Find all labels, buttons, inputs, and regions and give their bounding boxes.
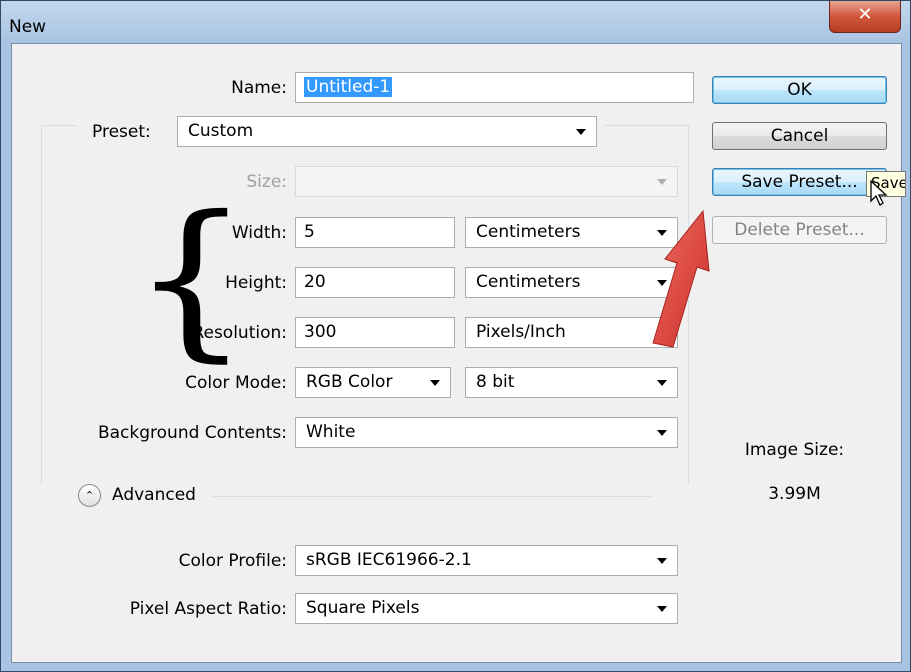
collapse-chevron-icon: ⌃ [84,489,95,502]
height-label: Height: [225,273,287,293]
cancel-button[interactable]: Cancel [712,122,887,150]
close-icon: ✕ [857,4,873,25]
preset-value: Custom [188,121,254,141]
resolution-input[interactable]: 300 [295,317,455,348]
ok-button[interactable]: OK [712,76,887,104]
fieldset-border [604,125,688,126]
delete-preset-button[interactable]: Delete Preset... [712,216,887,244]
pixel-aspect-ratio-label: Pixel Aspect Ratio: [129,599,287,619]
color-mode-value: RGB Color [306,372,393,392]
height-unit-value: Centimeters [476,272,581,292]
background-contents-label: Background Contents: [97,423,287,443]
image-size-value: 3.99M [768,484,821,504]
fieldset-border [41,125,77,126]
dropdown-arrow-icon [657,606,667,612]
dialog-body: Name: Untitled-1 Preset: Custom Size: { … [11,43,902,663]
advanced-separator [212,496,652,497]
close-button[interactable]: ✕ [829,1,901,33]
preset-select[interactable]: Custom [177,116,597,147]
title-bar[interactable]: New ✕ [1,1,910,43]
resolution-label: Resolution: [192,323,287,343]
dropdown-arrow-icon [657,179,667,185]
resolution-unit-value: Pixels/Inch [476,322,566,342]
pixel-aspect-ratio-select[interactable]: Square Pixels [295,593,678,624]
preset-label: Preset: [92,122,151,142]
image-size-label: Image Size: [744,440,845,460]
bit-depth-value: 8 bit [476,372,515,392]
size-select[interactable] [295,166,678,197]
dropdown-arrow-icon [576,129,586,135]
bit-depth-select[interactable]: 8 bit [465,367,678,398]
width-label: Width: [231,223,287,243]
height-input[interactable]: 20 [295,267,455,298]
pixel-aspect-ratio-value: Square Pixels [306,598,420,618]
red-arrow-icon [652,209,710,348]
color-profile-value: sRGB IEC61966-2.1 [306,550,472,570]
window-title: New [9,17,47,37]
color-mode-select[interactable]: RGB Color [295,367,451,398]
background-contents-value: White [306,422,356,442]
dropdown-arrow-icon [657,380,667,386]
fieldset-border [41,125,42,485]
width-input[interactable]: 5 [295,217,455,248]
dropdown-arrow-icon [430,380,440,386]
color-mode-label: Color Mode: [185,373,287,393]
name-label: Name: [231,78,287,98]
advanced-label: Advanced [112,485,196,505]
name-value: Untitled-1 [304,77,393,97]
advanced-toggle-button[interactable]: ⌃ [78,484,101,507]
save-preset-button[interactable]: Save Preset... [712,168,887,196]
mouse-cursor-icon [870,179,888,206]
color-profile-select[interactable]: sRGB IEC61966-2.1 [295,545,678,576]
dropdown-arrow-icon [657,558,667,564]
background-contents-select[interactable]: White [295,417,678,448]
name-field[interactable]: Untitled-1 [295,72,694,103]
dropdown-arrow-icon [657,430,667,436]
width-unit-value: Centimeters [476,222,581,242]
new-document-dialog: New ✕ Name: Untitled-1 Preset: Custom Si… [0,0,911,672]
color-profile-label: Color Profile: [178,551,287,571]
